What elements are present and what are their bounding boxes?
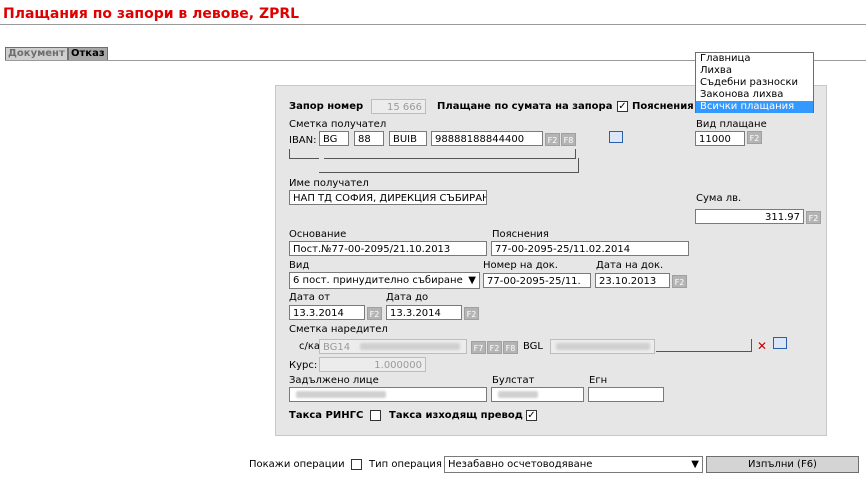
dropdown-option[interactable]: Съдебни разноски xyxy=(696,77,813,89)
zapor-label: Запор номер xyxy=(289,101,364,112)
redacted-bulstat xyxy=(498,391,538,398)
rate-label: Курс: xyxy=(289,360,318,371)
iban-label: IBAN: xyxy=(289,135,317,146)
doc-number-label: Номер на док. xyxy=(483,260,558,271)
divider-line xyxy=(578,158,579,173)
op-type-label: Тип операция xyxy=(369,459,442,470)
pay-by-amount-label: Плащане по сумата на запора xyxy=(437,101,613,112)
rate-field: 1.000000 xyxy=(319,357,426,372)
doc-date-f2-button[interactable]: F2 xyxy=(672,275,687,288)
chevron-down-icon: ▼ xyxy=(691,459,699,470)
amount-f2-button[interactable]: F2 xyxy=(806,211,821,224)
amount-label: Сума лв. xyxy=(696,193,742,204)
kind-label: Вид xyxy=(289,260,310,271)
date-to-f2-button[interactable]: F2 xyxy=(464,307,479,320)
orderer-f2-button[interactable]: F2 xyxy=(487,341,502,354)
redacted-account xyxy=(360,343,460,350)
zapor-number-field: 15 666 xyxy=(371,99,426,114)
iban-account-field[interactable]: 98888188844400 xyxy=(431,131,543,146)
divider-line xyxy=(319,172,579,173)
date-to-label: Дата до xyxy=(386,292,429,303)
op-type-select[interactable]: Незабавно осчетоводяване ▼ xyxy=(444,456,703,473)
obligated-label: Задължено лице xyxy=(289,375,379,386)
op-type-value: Незабавно осчетоводяване xyxy=(448,459,593,470)
dropdown-option[interactable]: Главница xyxy=(696,53,813,65)
explanations-check-label: Пояснения xyxy=(632,101,694,112)
date-from-field[interactable]: 13.3.2014 xyxy=(289,305,365,320)
page-title: Плащания по запори в левове, ZPRL xyxy=(3,6,300,22)
close-icon[interactable]: ✕ xyxy=(757,339,767,353)
bulstat-label: Булстат xyxy=(492,375,535,386)
payment-type-field[interactable]: 11000 xyxy=(695,131,745,146)
currency-label: BGL xyxy=(523,341,544,352)
account-recipient-label: Сметка получател xyxy=(289,119,387,130)
orderer-f8-button[interactable]: F8 xyxy=(503,341,518,354)
divider-line xyxy=(324,158,576,159)
egn-label: Егн xyxy=(589,375,608,386)
iban-f8-button[interactable]: F8 xyxy=(561,133,576,146)
show-ops-label: Покажи операции xyxy=(249,459,345,470)
doc-date-label: Дата на док. xyxy=(596,260,664,271)
kind-select-value: 6 пост. принудително събиране xyxy=(293,275,463,286)
fee-outgoing-checkbox[interactable]: ✓ xyxy=(526,410,537,421)
basis-label: Основание xyxy=(289,229,347,240)
title-divider xyxy=(0,24,866,25)
payment-type-f2-button[interactable]: F2 xyxy=(747,131,762,144)
chevron-down-icon: ▼ xyxy=(468,275,476,286)
divider-line xyxy=(575,149,576,159)
dropdown-option[interactable]: Лихва xyxy=(696,65,813,77)
date-from-label: Дата от xyxy=(289,292,331,303)
recipient-name-label: Име получател xyxy=(289,178,369,189)
orderer-account-label: Сметка наредител xyxy=(289,324,388,335)
tab-document[interactable]: Документ xyxy=(5,47,68,61)
date-from-f2-button[interactable]: F2 xyxy=(367,307,382,320)
explanations-label: Пояснения xyxy=(492,229,549,240)
fee-outgoing-label: Такса изходящ превод xyxy=(389,410,523,421)
divider-line xyxy=(751,339,752,352)
basis-field[interactable]: Пост.№77-00-2095/21.10.2013 xyxy=(289,241,487,256)
iban-check-field[interactable]: 88 xyxy=(354,131,384,146)
iban-f2-button[interactable]: F2 xyxy=(545,133,560,146)
book-icon[interactable] xyxy=(773,337,787,349)
iban-bank-field[interactable]: BUIB xyxy=(389,131,427,146)
dropdown-option-selected[interactable]: Всички плащания xyxy=(696,101,813,113)
execute-button[interactable]: Изпълни (F6) xyxy=(706,456,859,473)
fee-rings-checkbox[interactable] xyxy=(370,410,381,421)
payment-type-label: Вид плащане xyxy=(696,119,767,130)
dropdown-option[interactable]: Законова лихва xyxy=(696,89,813,101)
show-ops-checkbox[interactable] xyxy=(351,459,362,470)
orderer-f7-button[interactable]: F7 xyxy=(471,341,486,354)
redacted-obligated xyxy=(296,391,386,398)
explanations-field[interactable]: 77-00-2095-25/11.02.2014 xyxy=(491,241,689,256)
pay-by-amount-checkbox[interactable]: ✓ xyxy=(617,101,628,112)
kind-select[interactable]: 6 пост. принудително събиране ▼ xyxy=(289,272,480,289)
recipient-name-field[interactable]: НАП ТД СОФИЯ, ДИРЕКЦИЯ СЪБИРАН xyxy=(289,190,487,205)
egn-field[interactable] xyxy=(588,387,664,402)
doc-number-field[interactable]: 77-00-2095-25/11. xyxy=(483,273,591,288)
tab-cancel[interactable]: Отказ xyxy=(68,47,108,61)
date-to-field[interactable]: 13.3.2014 xyxy=(386,305,462,320)
doc-date-field[interactable]: 23.10.2013 xyxy=(595,273,670,288)
book-icon[interactable] xyxy=(609,131,623,143)
redacted-name xyxy=(556,343,650,350)
divider-line xyxy=(289,158,319,159)
amount-field[interactable]: 311.97 xyxy=(695,209,804,224)
iban-country-field[interactable]: BG xyxy=(319,131,349,146)
payment-dropdown-list[interactable]: Главница Лихва Съдебни разноски Законова… xyxy=(695,52,814,113)
fee-rings-label: Такса РИНГС xyxy=(289,410,364,421)
orderer-account-value: BG14 xyxy=(323,342,351,353)
divider-line xyxy=(656,351,752,352)
